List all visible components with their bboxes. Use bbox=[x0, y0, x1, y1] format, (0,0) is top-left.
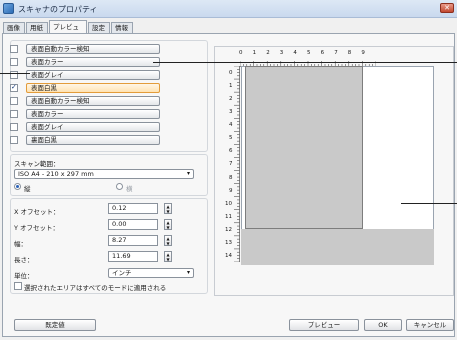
ruler-label: 14 bbox=[225, 252, 232, 259]
ruler-label: 7 bbox=[334, 50, 338, 56]
width-input[interactable]: 8.27 bbox=[108, 235, 158, 246]
image-mode-button[interactable]: 表面カラー bbox=[26, 109, 160, 119]
ruler-label: 13 bbox=[225, 239, 232, 246]
ruler-label: 3 bbox=[229, 109, 233, 116]
image-mode-button[interactable]: 表面自動カラー検知 bbox=[26, 44, 160, 54]
default-button[interactable]: 既定値 bbox=[14, 319, 96, 331]
scan-area-label: スキャン範囲： bbox=[14, 160, 60, 168]
image-mode-checkbox[interactable] bbox=[10, 136, 18, 144]
ruler-label: 0 bbox=[239, 50, 243, 56]
unit-label: 単位： bbox=[14, 272, 34, 280]
scanner-properties-window: スキャナのプロパティ ✕ 画像 用紙 プレビュー 設定 情報 表面自動カラー検知… bbox=[0, 0, 457, 340]
window-title: スキャナのプロパティ bbox=[18, 5, 98, 14]
image-mode-checkbox[interactable] bbox=[10, 110, 18, 118]
image-mode-checkbox[interactable] bbox=[10, 123, 18, 131]
image-mode-checkbox[interactable] bbox=[10, 97, 18, 105]
ruler-label: 6 bbox=[320, 50, 325, 56]
ruler-label: 5 bbox=[307, 50, 311, 56]
spin-down-icon: ▼ bbox=[166, 209, 170, 214]
image-mode-button[interactable]: 表面カラー bbox=[26, 57, 160, 67]
x-offset-input[interactable]: 0.12 bbox=[108, 203, 158, 214]
unscanned-area bbox=[241, 229, 434, 265]
image-mode-button[interactable]: 表面グレイ bbox=[26, 122, 160, 132]
ruler-label: 8 bbox=[229, 174, 233, 181]
ruler-label: 7 bbox=[229, 161, 233, 168]
apply-all-checkbox[interactable] bbox=[14, 282, 22, 290]
callout-line bbox=[153, 62, 457, 63]
portrait-label: 縦 bbox=[24, 185, 31, 193]
ruler-label: 2 bbox=[229, 96, 233, 103]
ruler-label: 1 bbox=[229, 83, 233, 90]
image-mode-button[interactable]: 表面グレイ bbox=[26, 70, 160, 80]
x-offset-spinner[interactable]: ▲ ▼ bbox=[164, 203, 172, 214]
landscape-label: 横 bbox=[126, 185, 133, 193]
ruler-label: 11 bbox=[225, 213, 232, 220]
callout-line bbox=[0, 73, 30, 74]
scan-area-value: ISO A4 - 210 x 297 mm bbox=[18, 170, 94, 178]
image-mode-checkbox[interactable] bbox=[10, 83, 18, 92]
spin-down-icon: ▼ bbox=[166, 225, 170, 230]
length-input[interactable]: 11.69 bbox=[108, 251, 158, 262]
ruler-label: 4 bbox=[229, 122, 233, 129]
image-mode-button[interactable]: 表面自動カラー検知 bbox=[26, 96, 160, 106]
scan-area-select[interactable]: ISO A4 - 210 x 297 mm ▾ bbox=[14, 169, 194, 179]
chevron-down-icon: ▾ bbox=[186, 269, 190, 276]
image-mode-checkbox[interactable] bbox=[10, 45, 18, 53]
ruler-label: 8 bbox=[347, 50, 352, 56]
y-offset-label: Y オフセット： bbox=[14, 224, 60, 232]
ruler-label: 10 bbox=[225, 200, 232, 207]
unit-select[interactable]: インチ ▾ bbox=[108, 268, 194, 278]
tab-strip: 画像 用紙 プレビュー 設定 情報 bbox=[0, 20, 457, 44]
ruler-label: 5 bbox=[229, 135, 233, 142]
ruler-label: 2 bbox=[266, 50, 270, 56]
ruler-label: 6 bbox=[229, 148, 233, 155]
ruler-label: 3 bbox=[279, 50, 284, 56]
y-offset-input[interactable]: 0.00 bbox=[108, 219, 158, 230]
ruler-label: 4 bbox=[293, 50, 297, 56]
ruler-label: 12 bbox=[225, 226, 232, 233]
image-mode-button[interactable]: 表面白黒 bbox=[26, 83, 160, 93]
image-mode-checkbox[interactable] bbox=[10, 58, 18, 66]
title-bar: スキャナのプロパティ ✕ bbox=[0, 0, 457, 18]
preview-button[interactable]: プレビュー bbox=[289, 319, 359, 331]
ok-button[interactable]: OK bbox=[364, 319, 402, 331]
chevron-down-icon: ▾ bbox=[186, 170, 190, 177]
spin-down-icon: ▼ bbox=[166, 241, 170, 246]
scan-region-box[interactable] bbox=[245, 66, 363, 229]
portrait-radio[interactable] bbox=[14, 183, 21, 190]
unit-value: インチ bbox=[112, 269, 132, 277]
callout-line bbox=[401, 203, 457, 204]
spin-down-icon: ▼ bbox=[166, 257, 170, 262]
y-offset-spinner[interactable]: ▲ ▼ bbox=[164, 219, 172, 230]
ruler-label: 9 bbox=[361, 50, 365, 56]
scanner-app-icon bbox=[3, 3, 14, 14]
width-spinner[interactable]: ▲ ▼ bbox=[164, 235, 172, 246]
ruler-label: 1 bbox=[252, 50, 257, 56]
length-spinner[interactable]: ▲ ▼ bbox=[164, 251, 172, 262]
image-mode-button[interactable]: 裏面白黒 bbox=[26, 135, 160, 145]
landscape-radio[interactable] bbox=[116, 183, 123, 190]
length-label: 長さ： bbox=[14, 256, 34, 264]
cancel-button[interactable]: キャンセル bbox=[406, 319, 454, 331]
tab-preview[interactable]: プレビュー bbox=[49, 20, 87, 44]
close-button[interactable]: ✕ bbox=[440, 3, 454, 13]
x-offset-label: X オフセット： bbox=[14, 208, 60, 216]
apply-all-label: 選択されたエリアはすべてのモードに適用される bbox=[24, 284, 167, 292]
ruler-label: 9 bbox=[229, 187, 233, 194]
width-label: 幅： bbox=[14, 240, 27, 248]
ruler-label: 0 bbox=[229, 70, 233, 76]
